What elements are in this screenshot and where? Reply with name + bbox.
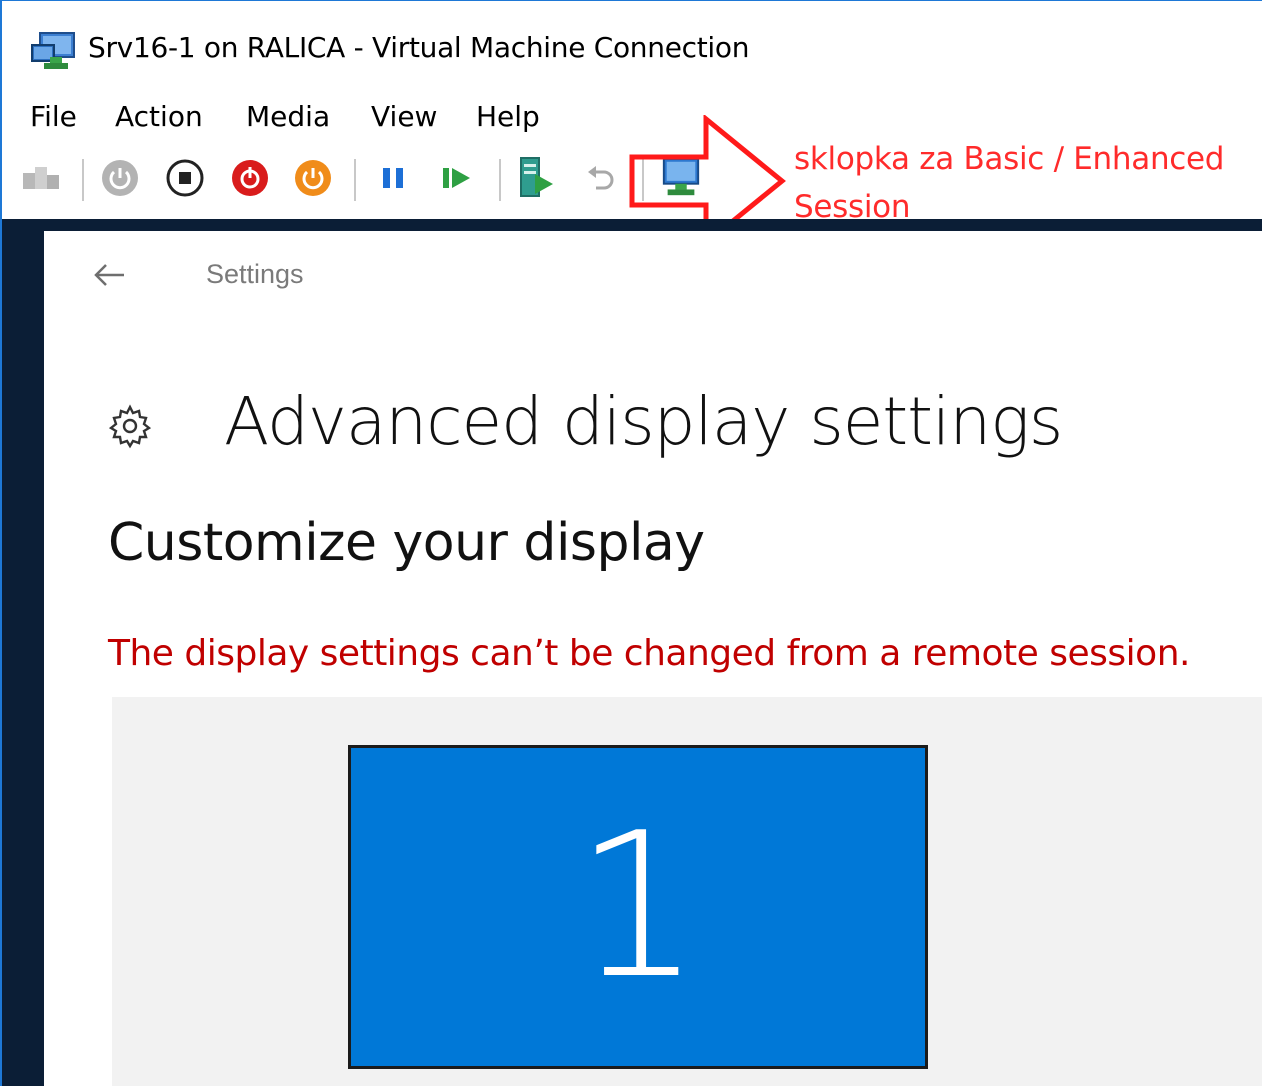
menu-help[interactable]: Help	[476, 100, 540, 133]
menu-media[interactable]: Media	[246, 100, 330, 133]
remote-session-warning: The display settings can’t be changed fr…	[108, 633, 1190, 674]
start-icon	[102, 160, 138, 196]
settings-nav-title: Settings	[206, 259, 304, 289]
monitor-number: 1	[574, 790, 702, 1023]
monitor-1[interactable]: 1	[348, 745, 928, 1069]
page-title: Advanced display settings	[224, 383, 1063, 460]
back-arrow-icon[interactable]	[90, 255, 130, 295]
annotation-label: sklopka za Basic / Enhanced Session	[794, 141, 1225, 225]
menu-file[interactable]: File	[30, 100, 77, 133]
toolbar-separator	[82, 159, 84, 201]
start-button[interactable]	[99, 155, 141, 201]
pause-button[interactable]	[373, 155, 415, 201]
ctrl-alt-del-button[interactable]	[20, 155, 62, 201]
revert-icon	[588, 166, 614, 190]
resume-icon	[443, 168, 470, 188]
title-bar: Srv16-1 on RALICA - Virtual Machine Conn…	[2, 1, 1262, 96]
vm-connection-app-icon	[31, 32, 75, 69]
revert-button[interactable]	[581, 155, 623, 201]
turn-off-icon	[166, 159, 204, 197]
vm-display-area[interactable]: Settings Advanced display settings Custo…	[2, 219, 1262, 1086]
menu-action[interactable]: Action	[115, 100, 203, 133]
ctrl-alt-del-icon	[23, 167, 59, 189]
pause-icon	[383, 168, 403, 188]
checkpoint-button[interactable]	[516, 155, 558, 201]
resume-button[interactable]	[436, 155, 478, 201]
toolbar-separator	[354, 159, 356, 201]
save-icon	[295, 160, 331, 196]
shut-down-button[interactable]	[229, 155, 271, 201]
checkpoint-icon	[520, 157, 553, 197]
shut-down-icon	[232, 160, 268, 196]
section-subtitle: Customize your display	[108, 513, 705, 573]
vm-screen[interactable]: Settings Advanced display settings Custo…	[44, 231, 1262, 1086]
display-arrangement-panel: 1	[112, 697, 1262, 1086]
save-button[interactable]	[292, 155, 334, 201]
window-title: Srv16-1 on RALICA - Virtual Machine Conn…	[88, 31, 750, 64]
gear-icon	[108, 404, 152, 449]
toolbar-separator	[499, 159, 501, 201]
turn-off-button[interactable]	[164, 155, 206, 201]
menu-view[interactable]: View	[371, 100, 437, 133]
vm-connection-window: Srv16-1 on RALICA - Virtual Machine Conn…	[0, 0, 1262, 1086]
